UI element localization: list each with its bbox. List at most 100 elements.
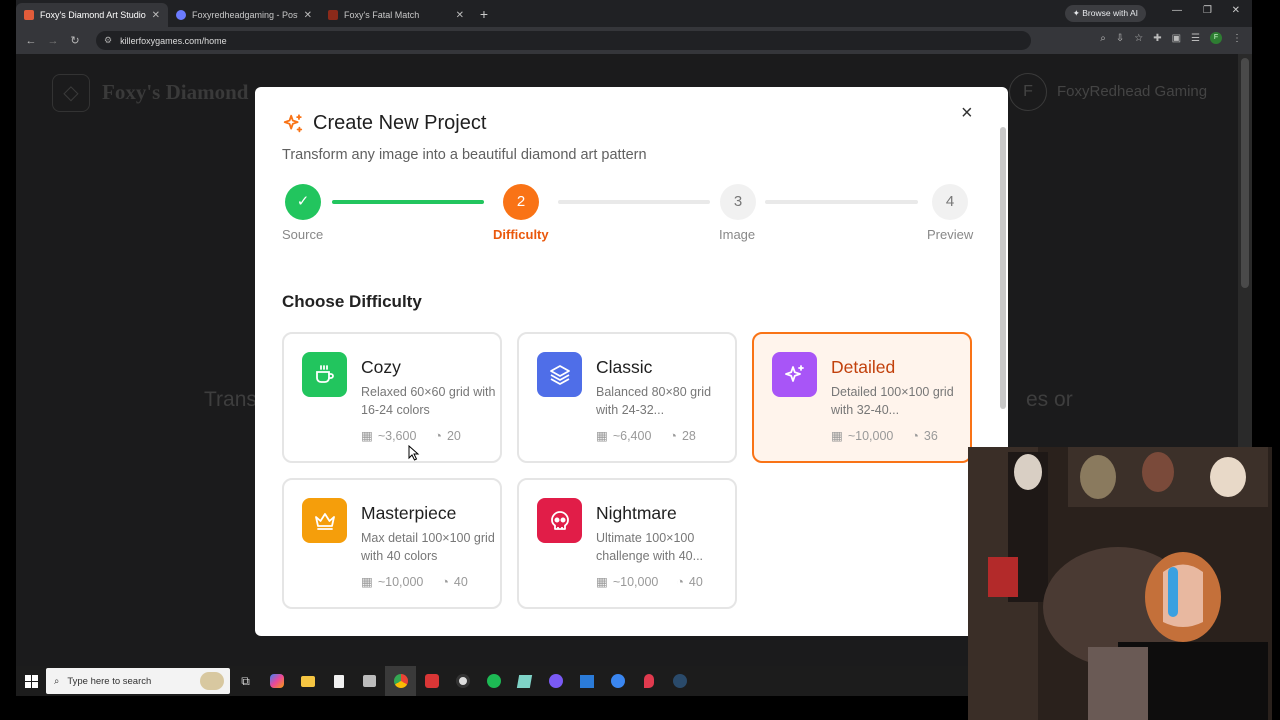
search-placeholder: Type here to search bbox=[67, 675, 152, 687]
zoom-icon[interactable]: ⌕ bbox=[1100, 33, 1106, 44]
step-3-indicator[interactable]: 3 bbox=[720, 184, 756, 220]
tab-poster[interactable]: Foxyredheadgaming - Poster (L ✕ bbox=[168, 3, 320, 27]
tab-close-icon[interactable]: ✕ bbox=[304, 10, 312, 21]
difficulty-card-masterpiece[interactable]: Masterpiece Max detail 100×100 grid with… bbox=[282, 478, 502, 609]
notepad-icon[interactable] bbox=[323, 666, 354, 696]
extensions-icon[interactable]: ✚ bbox=[1153, 33, 1161, 44]
window-close-icon[interactable]: ✕ bbox=[1232, 5, 1240, 16]
url-text: killerfoxygames.com/home bbox=[120, 35, 227, 46]
file-explorer-icon[interactable] bbox=[292, 666, 323, 696]
step-2-indicator[interactable]: 2 bbox=[503, 184, 539, 220]
color-count: 40 bbox=[688, 574, 703, 589]
forward-icon[interactable]: → bbox=[42, 35, 64, 47]
hero-text-left: Trans bbox=[204, 388, 257, 411]
search-icon: ⌕ bbox=[54, 675, 60, 687]
install-icon[interactable]: ⇩ bbox=[1116, 33, 1124, 44]
browse-with-ai-button[interactable]: ✦ Browse with AI bbox=[1064, 5, 1146, 22]
grid-icon: ▦ bbox=[361, 429, 373, 443]
cell-count: ~10,000 bbox=[847, 428, 894, 443]
reading-list-icon[interactable]: ☰ bbox=[1191, 33, 1200, 44]
tab-favicon bbox=[24, 10, 34, 20]
tab-favicon bbox=[176, 10, 186, 20]
webcam-feed-image bbox=[968, 447, 1272, 720]
step-4-label: Preview bbox=[927, 227, 974, 242]
cell-count: ~10,000 bbox=[377, 574, 424, 589]
arrow-app-icon[interactable] bbox=[602, 666, 633, 696]
bookmark-star-icon[interactable]: ☆ bbox=[1134, 33, 1143, 44]
step-4-indicator[interactable]: 4 bbox=[932, 184, 968, 220]
site-info-icon[interactable]: ⚙ bbox=[104, 35, 112, 46]
steam-icon[interactable] bbox=[664, 666, 695, 696]
card-name: Masterpiece bbox=[361, 503, 457, 523]
toolbar-actions: ⌕ ⇩ ☆ ✚ ▣ ☰ F ⋮ bbox=[1100, 32, 1242, 44]
close-modal-button[interactable]: × bbox=[961, 103, 973, 123]
difficulty-card-detailed[interactable]: Detailed Detailed 100×100 grid with 32-4… bbox=[752, 332, 972, 463]
card-description: Max detail 100×100 grid with 40 colors bbox=[361, 531, 495, 563]
taskbar-search-box[interactable]: ⌕ Type here to search bbox=[46, 668, 230, 694]
blue-app-icon[interactable] bbox=[571, 666, 602, 696]
restore-icon[interactable]: ❐ bbox=[1203, 5, 1212, 16]
modal-title: Create New Project bbox=[313, 112, 487, 134]
grid-icon: ▦ bbox=[596, 429, 608, 443]
mouse-cursor-icon bbox=[408, 445, 420, 461]
address-bar[interactable]: ⚙ killerfoxygames.com/home bbox=[96, 31, 1031, 50]
tab-close-icon[interactable]: ✕ bbox=[152, 10, 160, 21]
modal-subtitle: Transform any image into a beautiful dia… bbox=[282, 147, 647, 163]
profile-avatar[interactable]: F bbox=[1210, 32, 1222, 44]
obs-icon[interactable] bbox=[447, 666, 478, 696]
browser-tab-strip: Foxy's Diamond Art Studio ✕ Foxyredheadg… bbox=[16, 0, 1252, 27]
palette-icon: ◔ bbox=[911, 428, 919, 443]
side-panel-icon[interactable]: ▣ bbox=[1172, 33, 1181, 44]
store-icon[interactable] bbox=[354, 666, 385, 696]
discord-icon[interactable] bbox=[540, 666, 571, 696]
spotify-icon[interactable] bbox=[478, 666, 509, 696]
card-stats: ▦ ~10,000 ◔ 36 bbox=[831, 428, 938, 444]
step-1-indicator[interactable]: ✓ bbox=[285, 184, 321, 220]
crown-icon bbox=[302, 498, 347, 543]
reload-icon[interactable]: ↻ bbox=[64, 34, 86, 47]
pin-app-icon[interactable] bbox=[633, 666, 664, 696]
search-highlight-icon bbox=[200, 672, 224, 690]
page-scrollbar-thumb[interactable] bbox=[1241, 58, 1249, 288]
task-view-icon[interactable]: ⧉ bbox=[230, 666, 261, 696]
webcam-overlay bbox=[968, 447, 1272, 720]
palette-icon: ◔ bbox=[676, 574, 684, 589]
palette-icon: ◔ bbox=[441, 574, 449, 589]
color-count: 40 bbox=[453, 574, 468, 589]
chrome-icon[interactable] bbox=[385, 666, 416, 696]
sparkles-icon bbox=[283, 113, 303, 132]
card-description: Detailed 100×100 grid with 32-40... bbox=[831, 385, 954, 417]
new-tab-button[interactable]: + bbox=[472, 3, 496, 27]
palette-icon: ◔ bbox=[669, 428, 677, 443]
tab-close-icon[interactable]: ✕ bbox=[456, 10, 464, 21]
color-count: 20 bbox=[446, 428, 461, 443]
teal-app-icon[interactable] bbox=[509, 666, 540, 696]
step-connector bbox=[558, 200, 710, 204]
tab-fatal-match[interactable]: Foxy's Fatal Match ✕ bbox=[320, 3, 472, 27]
card-stats: ▦ ~10,000 ◔ 40 bbox=[596, 574, 703, 590]
minimize-icon[interactable]: — bbox=[1172, 5, 1182, 16]
menu-icon[interactable]: ⋮ bbox=[1232, 33, 1242, 44]
difficulty-card-nightmare[interactable]: Nightmare Ultimate 100×100 challenge wit… bbox=[517, 478, 737, 609]
card-stats: ▦ ~10,000 ◔ 40 bbox=[361, 574, 468, 590]
difficulty-card-cozy[interactable]: Cozy Relaxed 60×60 grid with 16-24 color… bbox=[282, 332, 502, 463]
screen: Foxy's Diamond Art Studio ✕ Foxyredheadg… bbox=[0, 0, 1280, 720]
coffee-icon bbox=[302, 352, 347, 397]
modal-scrollbar[interactable] bbox=[1000, 127, 1006, 409]
step-2-label: Difficulty bbox=[493, 227, 549, 242]
difficulty-card-classic[interactable]: Classic Balanced 80×80 grid with 24-32..… bbox=[517, 332, 737, 463]
grid-icon: ▦ bbox=[596, 575, 608, 589]
create-project-modal: × Create New Project Transform any image… bbox=[255, 87, 1008, 636]
tab-favicon bbox=[328, 10, 338, 20]
browser-toolbar: ← → ↻ ⚙ killerfoxygames.com/home ⌕ ⇩ ☆ ✚… bbox=[16, 27, 1252, 54]
layers-icon bbox=[537, 352, 582, 397]
tab-diamond-art-studio[interactable]: Foxy's Diamond Art Studio ✕ bbox=[16, 3, 168, 27]
cell-count: ~10,000 bbox=[612, 574, 659, 589]
red-app-icon[interactable] bbox=[416, 666, 447, 696]
copilot-icon[interactable] bbox=[261, 666, 292, 696]
card-name: Cozy bbox=[361, 357, 401, 377]
card-description: Relaxed 60×60 grid with 16-24 colors bbox=[361, 385, 496, 417]
step-connector bbox=[332, 200, 484, 204]
start-button[interactable] bbox=[16, 666, 46, 696]
back-icon[interactable]: ← bbox=[20, 35, 42, 47]
